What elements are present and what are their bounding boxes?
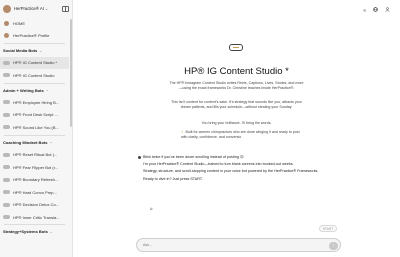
profile-icon <box>4 33 9 39</box>
sidebar-item-bot[interactable]: HP® Sound Like You (B... <box>0 121 69 134</box>
studio-audience-text: Built for women chiropractors who are do… <box>181 130 300 139</box>
studio-description-2: This isn't content for content's sake. I… <box>171 100 302 109</box>
sidebar-item-bot[interactable]: HP® Front Desk Script ... <box>0 109 69 122</box>
sidebar-item-bot[interactable]: HP® Employee Hiring B... <box>0 96 69 109</box>
message-paragraph: Strategy, structure, and scroll-stopping… <box>143 169 319 174</box>
bot-icon <box>3 165 10 170</box>
message-composer: ↑ <box>136 238 341 252</box>
section-title: Coaching Mindset Bots <box>3 139 48 145</box>
assistant-avatar-icon <box>138 155 141 159</box>
bot-icon <box>3 73 10 78</box>
divider <box>4 82 65 84</box>
chevron-down-icon: ⌄ <box>49 140 53 145</box>
chevron-down-icon: ⌄ <box>49 229 53 234</box>
section-title: Strategy+Systems Bots <box>3 229 48 235</box>
chevron-down-icon: ⌄ <box>45 88 49 93</box>
sidebar-item-bot[interactable]: HP® IG Content Studio * <box>0 56 69 70</box>
sidebar-section-social[interactable]: Social Media Bots ⌄ <box>0 45 69 57</box>
sidebar-item-label: HOME <box>13 20 25 26</box>
lightning-icon: ⚡ <box>181 130 184 134</box>
sidebar-item-label: HP® IG Content Studio * <box>13 60 58 66</box>
sidebar-item-label: HP® Hard Convo Prep... <box>13 189 57 195</box>
brand-logo-icon <box>3 4 11 13</box>
sidebar-item-label: HP® IG Content Studio <box>13 72 55 78</box>
page-title: HP® IG Content Studio * <box>184 66 289 77</box>
sidebar-item-bot[interactable]: HP® Reset Ritual Bot (... <box>0 148 69 161</box>
bot-icon <box>3 215 10 220</box>
studio-description: The HP® Instagram Content Studio writes … <box>169 81 304 90</box>
divider <box>4 224 65 225</box>
chevron-down-icon: ⌄ <box>39 48 43 53</box>
sidebar-item-bot[interactable]: HP® Fear Flipper Bot (r... <box>0 161 69 174</box>
divider <box>4 43 65 44</box>
sidebar-item-home[interactable]: HOME <box>0 17 69 30</box>
message-paragraph: Ready to dive in? Just press START. <box>143 176 203 181</box>
sidebar-item-profile[interactable]: HerPractice® Profile <box>0 30 69 43</box>
collapse-sidebar-icon[interactable] <box>62 5 69 12</box>
assistant-message: Blink twice if you've been doom scrollin… <box>138 155 343 184</box>
sidebar-section-coaching[interactable]: Coaching Mindset Bots ⌄ <box>0 136 69 148</box>
sidebar-header[interactable]: HerPractice® AI ⌄ <box>0 0 72 17</box>
sidebar-item-bot[interactable]: HP® IG Content Studio <box>0 69 69 82</box>
message-paragraph: Blink twice if you've been doom scrollin… <box>143 155 244 159</box>
sidebar-item-label: HP® Boundary Refresh... <box>13 177 59 183</box>
sidebar-item-label: HerPractice® Profile <box>13 33 50 39</box>
send-button[interactable]: ↑ <box>329 241 338 250</box>
sidebar-item-bot[interactable]: HP® Boundary Refresh... <box>0 173 69 186</box>
bot-icon <box>3 190 10 195</box>
sidebar-section-admin[interactable]: Admin + Writing Bots ⌄ <box>0 84 69 96</box>
copy-icon[interactable]: ⧉ <box>150 207 153 211</box>
bot-icon <box>3 202 10 207</box>
sidebar-item-label: HP® Reset Ritual Bot (... <box>13 152 58 158</box>
main-content: HP® IG Content Studio * The HP® Instagra… <box>73 0 400 257</box>
sidebar-item-bot[interactable]: HP® Hard Convo Prep... <box>0 186 69 199</box>
bot-icon <box>3 60 10 65</box>
section-title: Social Media Bots <box>3 48 38 54</box>
bot-icon <box>3 125 10 130</box>
sidebar-item-label: HP® Sound Like You (B... <box>13 124 59 130</box>
start-button[interactable]: START <box>319 225 337 232</box>
divider <box>4 134 65 136</box>
sidebar-item-bot[interactable]: HP® Inner Critic Transla... <box>0 211 69 224</box>
sidebar-item-label: HP® Fear Flipper Bot (r... <box>13 164 59 170</box>
studio-tagline: You bring your brilliance. I'll bring th… <box>201 121 272 125</box>
sidebar-list: HOME HerPractice® Profile Social Media B… <box>0 17 69 257</box>
arrow-up-icon: ↑ <box>332 242 335 249</box>
bot-icon <box>3 152 10 157</box>
studio-logo-icon <box>229 44 243 51</box>
bot-icon <box>3 100 10 105</box>
sidebar: HerPractice® AI ⌄ HOME HerPractice® Prof… <box>0 0 73 257</box>
section-title: Admin + Writing Bots <box>3 87 44 93</box>
sidebar-item-label: HP® Inner Critic Transla... <box>13 214 60 220</box>
bot-icon <box>3 112 10 117</box>
message-paragraph: I'm your HerPractice® Content Studio—tra… <box>143 162 294 167</box>
app-title: HerPractice® AI <box>14 6 44 11</box>
sidebar-section-strategy[interactable]: Strategy+Systems Bots ⌄ <box>0 226 69 238</box>
sidebar-item-label: HP® Decision Detox Co... <box>13 202 60 208</box>
sidebar-scrollbar[interactable] <box>69 19 72 127</box>
sidebar-item-bot[interactable]: HP® Decision Detox Co... <box>0 198 69 211</box>
bot-icon <box>3 177 10 182</box>
message-input[interactable] <box>143 243 323 247</box>
sidebar-item-label: HP® Front Desk Script ... <box>13 112 58 118</box>
studio-audience: ⚡ Built for women chiropractors who are d… <box>181 130 306 140</box>
home-icon <box>4 20 9 26</box>
sidebar-item-label: HP® Employee Hiring B... <box>13 99 60 105</box>
chevron-down-icon: ⌄ <box>44 6 49 11</box>
